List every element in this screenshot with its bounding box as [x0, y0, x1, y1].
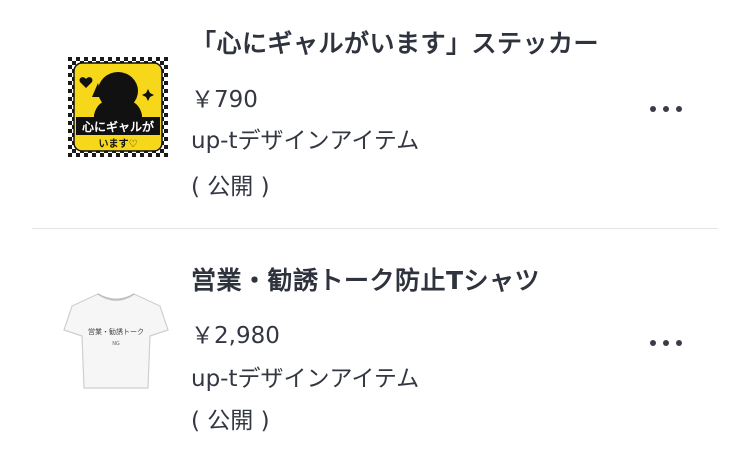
tshirt-print-text: 営業・勧誘トーク	[88, 327, 144, 336]
more-options-icon[interactable]	[644, 328, 688, 358]
tshirt-print-subtext: NG	[112, 341, 120, 347]
sticker-text-2: います♡	[99, 138, 138, 150]
shop-name: up-tデザインアイテム	[191, 366, 420, 392]
product-title[interactable]: 「心にギャルがいます」ステッカー	[191, 24, 599, 60]
publish-status: ( 公開 )	[191, 408, 270, 434]
product-thumbnail-sticker[interactable]: 心にギャルが います♡	[68, 57, 168, 157]
product-title[interactable]: 営業・勧誘トーク防止Tシャツ	[191, 261, 540, 297]
product-price: ￥2,980	[191, 323, 280, 349]
more-options-icon[interactable]	[644, 94, 688, 124]
product-price: ￥790	[191, 87, 258, 113]
tshirt-image: 営業・勧誘トーク NG	[63, 293, 169, 389]
sticker-image: 心にギャルが います♡	[68, 57, 168, 157]
list-item[interactable]: 営業・勧誘トーク NG 営業・勧誘トーク防止Tシャツ ￥2,980 up-tデザ…	[0, 229, 749, 457]
shop-name: up-tデザインアイテム	[191, 128, 420, 154]
publish-status: ( 公開 )	[191, 174, 270, 200]
product-thumbnail-tshirt[interactable]: 営業・勧誘トーク NG	[62, 288, 170, 392]
list-item[interactable]: 心にギャルが います♡ 「心にギャルがいます」ステッカー ￥790 up-tデザ…	[0, 0, 749, 228]
sticker-text-1: 心にギャルが	[82, 119, 154, 134]
